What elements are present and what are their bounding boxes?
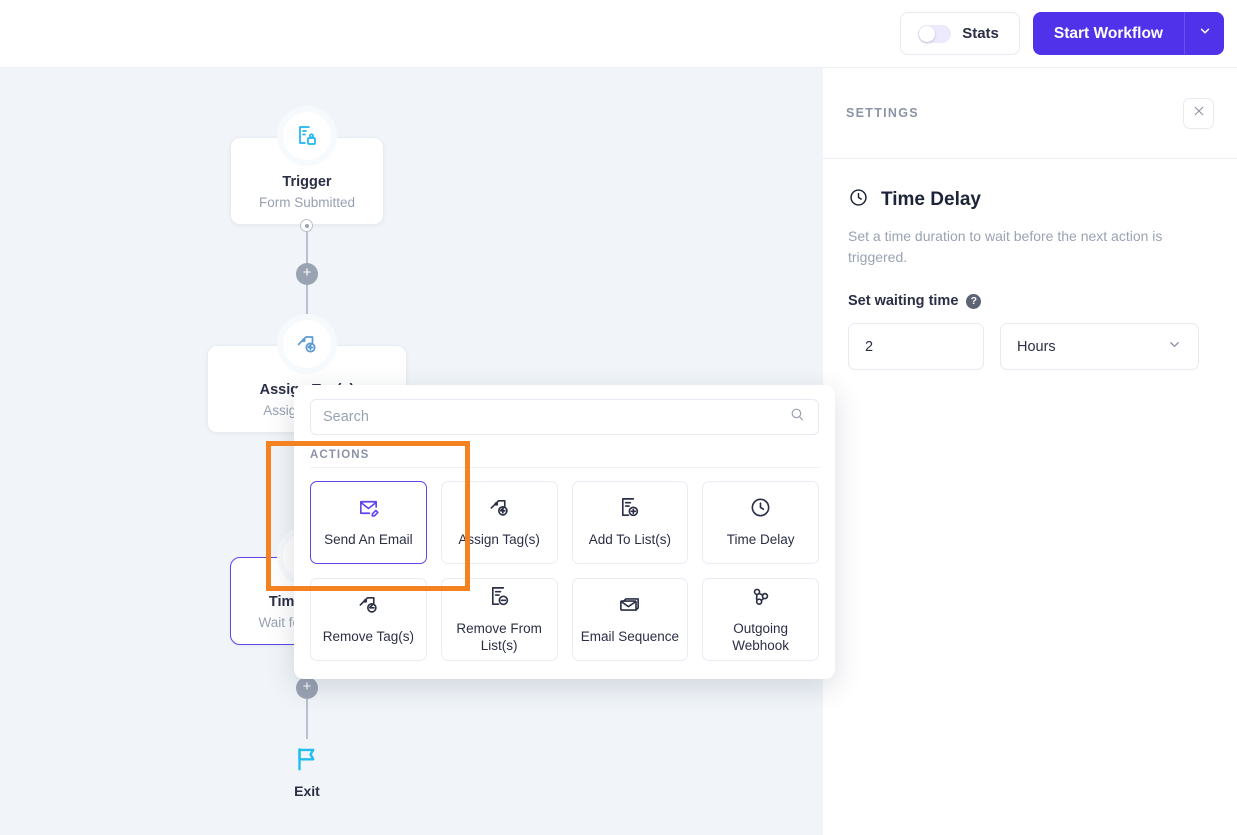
settings-panel: SETTINGS Time Delay Set a time duration xyxy=(823,68,1237,835)
close-settings-button[interactable] xyxy=(1183,98,1214,129)
chevron-down-icon xyxy=(1167,337,1182,356)
add-step-button-3[interactable]: + xyxy=(296,677,318,699)
close-icon xyxy=(1192,104,1206,123)
add-step-button-1[interactable]: + xyxy=(296,263,318,285)
top-toolbar: Stats Start Workflow xyxy=(0,0,1237,68)
clock-icon xyxy=(848,187,869,213)
search-input[interactable] xyxy=(323,409,789,425)
action-card-email-sequence[interactable]: Email Sequence xyxy=(572,578,689,661)
action-card-time-delay[interactable]: Time Delay xyxy=(702,481,819,564)
actions-grid: Send An Email Assign Tag(s) xyxy=(310,481,819,661)
settings-panel-header: SETTINGS xyxy=(823,68,1237,159)
action-card-remove-tags[interactable]: Remove Tag(s) xyxy=(310,578,427,661)
toggle-knob xyxy=(919,26,935,42)
settings-header-title: SETTINGS xyxy=(846,106,919,120)
list-minus-icon xyxy=(488,585,511,613)
question-mark-icon[interactable]: ? xyxy=(966,294,981,309)
stats-label: Stats xyxy=(962,25,999,42)
flag-icon xyxy=(292,760,322,777)
start-workflow-dropdown-button[interactable] xyxy=(1184,12,1224,55)
tag-minus-icon xyxy=(357,593,380,621)
action-label: Assign Tag(s) xyxy=(458,532,540,548)
settings-title-row: Time Delay xyxy=(848,187,1212,213)
action-card-assign-tags[interactable]: Assign Tag(s) xyxy=(441,481,558,564)
connector-line xyxy=(306,699,308,739)
action-label: Outgoing Webhook xyxy=(709,621,812,654)
mail-stack-icon xyxy=(618,593,641,621)
action-label: Send An Email xyxy=(324,532,413,548)
connector-line xyxy=(306,285,308,325)
actions-section-label: ACTIONS xyxy=(310,449,819,461)
action-label: Remove Tag(s) xyxy=(323,629,414,645)
waiting-time-label-row: Set waiting time ? xyxy=(848,293,1212,309)
start-workflow-group: Start Workflow xyxy=(1033,12,1224,55)
waiting-time-label: Set waiting time xyxy=(848,293,958,309)
tag-plus-icon xyxy=(283,320,331,368)
tag-plus-icon xyxy=(488,496,511,524)
settings-title: Time Delay xyxy=(881,189,981,211)
workflow-node-trigger[interactable]: Trigger Form Submitted xyxy=(230,137,384,225)
waiting-time-unit-select[interactable]: Hours xyxy=(1000,323,1199,370)
action-card-add-to-lists[interactable]: Add To List(s) xyxy=(572,481,689,564)
action-label: Add To List(s) xyxy=(589,532,671,548)
webhook-icon xyxy=(749,585,772,613)
action-label: Email Sequence xyxy=(581,629,679,645)
workflow-node-exit[interactable]: Exit xyxy=(267,743,347,799)
action-picker-dropdown: ACTIONS Send An Email xyxy=(294,385,835,679)
settings-description: Set a time duration to wait before the n… xyxy=(848,226,1190,268)
waiting-time-amount-input[interactable] xyxy=(848,323,984,370)
search-icon xyxy=(789,406,806,428)
exit-label: Exit xyxy=(267,783,347,799)
email-edit-icon xyxy=(357,496,380,524)
action-label: Time Delay xyxy=(727,532,795,548)
clock-icon xyxy=(749,496,772,524)
waiting-time-inputs: Hours xyxy=(848,323,1212,370)
action-card-remove-from-lists[interactable]: Remove From List(s) xyxy=(441,578,558,661)
start-workflow-button[interactable]: Start Workflow xyxy=(1033,12,1184,55)
search-container[interactable] xyxy=(310,399,819,435)
stats-toggle-container[interactable]: Stats xyxy=(900,12,1020,55)
node-subtitle: Form Submitted xyxy=(239,195,375,210)
node-title: Trigger xyxy=(239,174,375,190)
action-label: Remove From List(s) xyxy=(448,621,551,654)
action-card-outgoing-webhook[interactable]: Outgoing Webhook xyxy=(702,578,819,661)
section-divider xyxy=(310,467,819,468)
form-user-icon xyxy=(283,112,331,160)
toolbar-actions: Stats Start Workflow xyxy=(900,12,1224,55)
unit-value: Hours xyxy=(1017,339,1056,355)
action-card-send-an-email[interactable]: Send An Email xyxy=(310,481,427,564)
settings-panel-body: Time Delay Set a time duration to wait b… xyxy=(823,159,1237,370)
chevron-down-icon xyxy=(1198,24,1212,43)
stats-toggle[interactable] xyxy=(918,25,951,43)
list-plus-icon xyxy=(618,496,641,524)
